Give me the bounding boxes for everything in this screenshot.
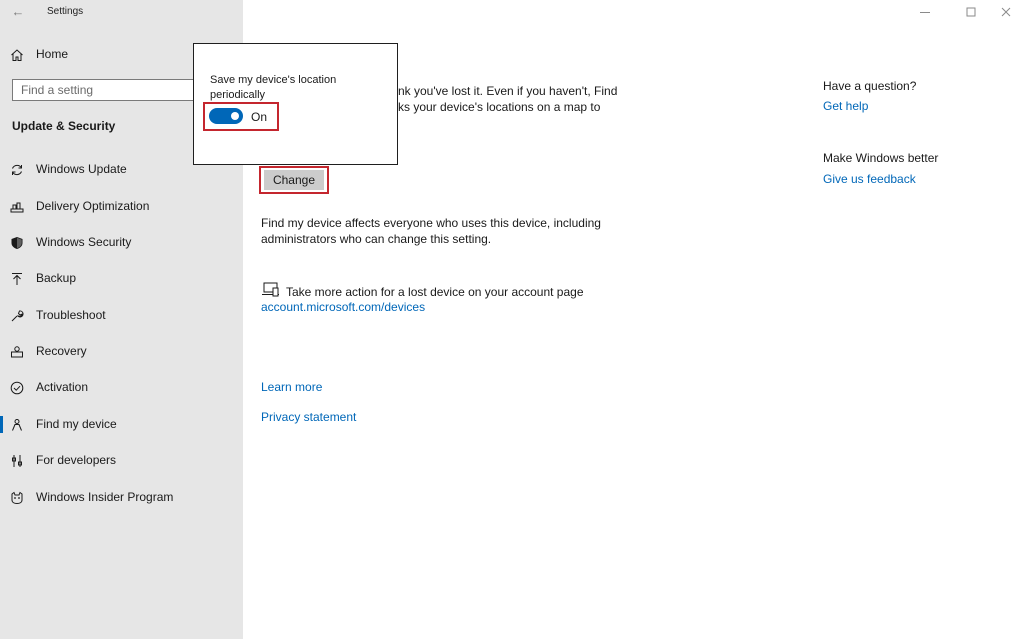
toggle-knob [231,112,239,120]
sidebar-item-label: Windows Security [36,235,132,249]
close-button[interactable] [998,4,1014,20]
recovery-icon [11,346,23,358]
maximize-icon [966,7,976,17]
check-circle-icon [10,381,24,395]
wrench-icon [11,310,24,322]
sidebar-item-label: Activation [36,380,89,394]
sidebar-item-delivery-optimization[interactable]: Delivery Optimization [0,192,243,222]
lost-device-text: Take more action for a lost device on yo… [286,285,584,299]
location-popup: Save my device's location periodically O… [193,43,398,165]
affects-text-line-1: Find my device affects everyone who uses… [261,216,601,230]
arrow-left-icon: ← [11,4,25,19]
section-title: Update & Security [12,119,116,133]
home-icon [11,49,23,61]
sidebar-item-label: Home [36,47,69,61]
sidebar-item-windows-insider-program[interactable]: Windows Insider Program [0,483,243,513]
sidebar-item-label: Delivery Optimization [36,199,150,213]
account-devices-link[interactable]: account.microsoft.com/devices [261,300,425,314]
person-location-icon [12,419,22,431]
affects-text-line-2: administrators who can change this setti… [261,232,492,246]
give-feedback-link[interactable]: Give us feedback [823,172,916,186]
description-line-1: nk you've lost it. Even if you haven't, … [398,84,618,98]
learn-more-link[interactable]: Learn more [261,380,322,394]
popup-description: Save my device's location periodically [210,74,337,101]
sidebar-item-recovery[interactable]: Recovery [0,337,243,367]
shield-icon [11,237,23,249]
minimize-icon [920,12,930,13]
sidebar-item-label: Backup [36,271,77,285]
make-windows-better-heading: Make Windows better [823,151,939,165]
sidebar-item-find-my-device[interactable]: Find my device [0,410,243,440]
location-toggle[interactable] [209,108,243,124]
description-line-2: ks your device's locations on a map to [398,100,601,114]
window-title: Settings [47,6,84,17]
get-help-link[interactable]: Get help [823,99,868,113]
change-button[interactable]: Change [264,170,324,190]
sidebar-item-label: Troubleshoot [36,308,106,322]
privacy-statement-link[interactable]: Privacy statement [261,410,356,424]
sidebar-item-label: Recovery [36,344,87,358]
sidebar-item-activation[interactable]: Activation [0,373,243,403]
minimize-button[interactable] [917,4,933,20]
sidebar-item-for-developers[interactable]: For developers [0,446,243,476]
maximize-button[interactable] [963,4,979,20]
selected-indicator [0,416,3,433]
close-icon [1001,7,1011,17]
upload-arrow-icon [12,273,22,285]
sidebar-item-label: Find my device [36,417,117,431]
sidebar-item-backup[interactable]: Backup [0,264,243,294]
sidebar-item-troubleshoot[interactable]: Troubleshoot [0,301,243,331]
refresh-icon [12,164,22,176]
sidebar-item-label: Windows Insider Program [36,490,174,504]
sidebar-item-windows-security[interactable]: Windows Security [0,228,243,258]
toggle-state-label: On [251,110,268,124]
sidebar-item-label: For developers [36,453,117,467]
devices-icon [262,282,279,297]
developer-icon [12,455,22,467]
back-button[interactable]: ← [10,4,26,20]
insider-cat-icon [11,491,23,505]
delivery-icon [10,202,24,213]
sidebar-item-label: Windows Update [36,162,127,176]
question-heading: Have a question? [823,79,917,93]
